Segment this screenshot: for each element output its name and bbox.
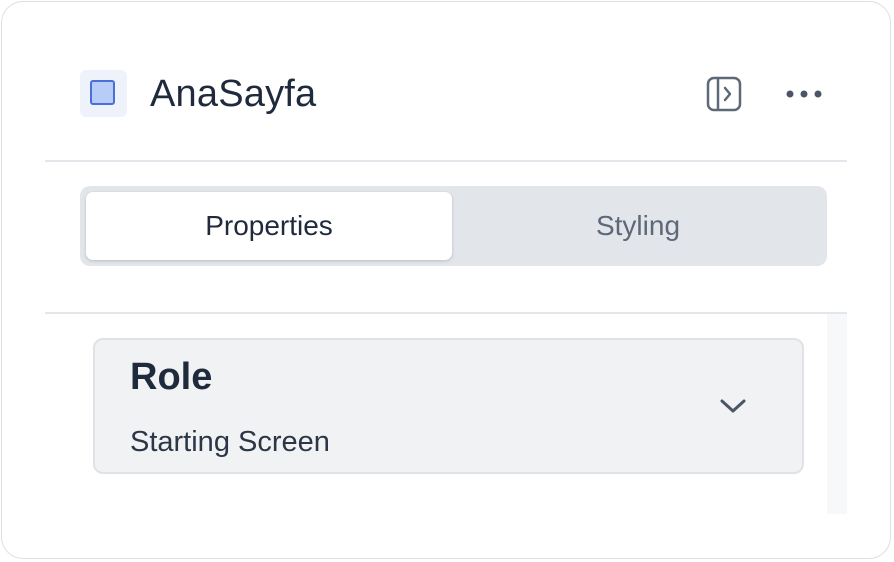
page-square-icon [90,80,115,105]
header-divider [45,160,847,162]
page-title: AnaSayfa [150,73,317,115]
more-options-button[interactable] [782,80,826,108]
role-label: Role [130,356,213,398]
tab-styling[interactable]: Styling [455,192,821,260]
properties-panel [1,1,891,559]
tab-switcher: Properties Styling [80,186,827,266]
more-horizontal-icon [786,90,822,98]
tab-properties[interactable]: Properties [86,192,452,260]
scrollbar-track[interactable] [827,314,847,514]
page-icon-container [80,70,127,117]
sidebar-panel-icon [706,76,742,112]
role-select[interactable]: Role Starting Screen [93,338,804,474]
tabs-divider [45,312,847,314]
role-value: Starting Screen [130,426,330,458]
toggle-panel-button[interactable] [705,76,743,112]
chevron-down-icon [720,399,746,413]
